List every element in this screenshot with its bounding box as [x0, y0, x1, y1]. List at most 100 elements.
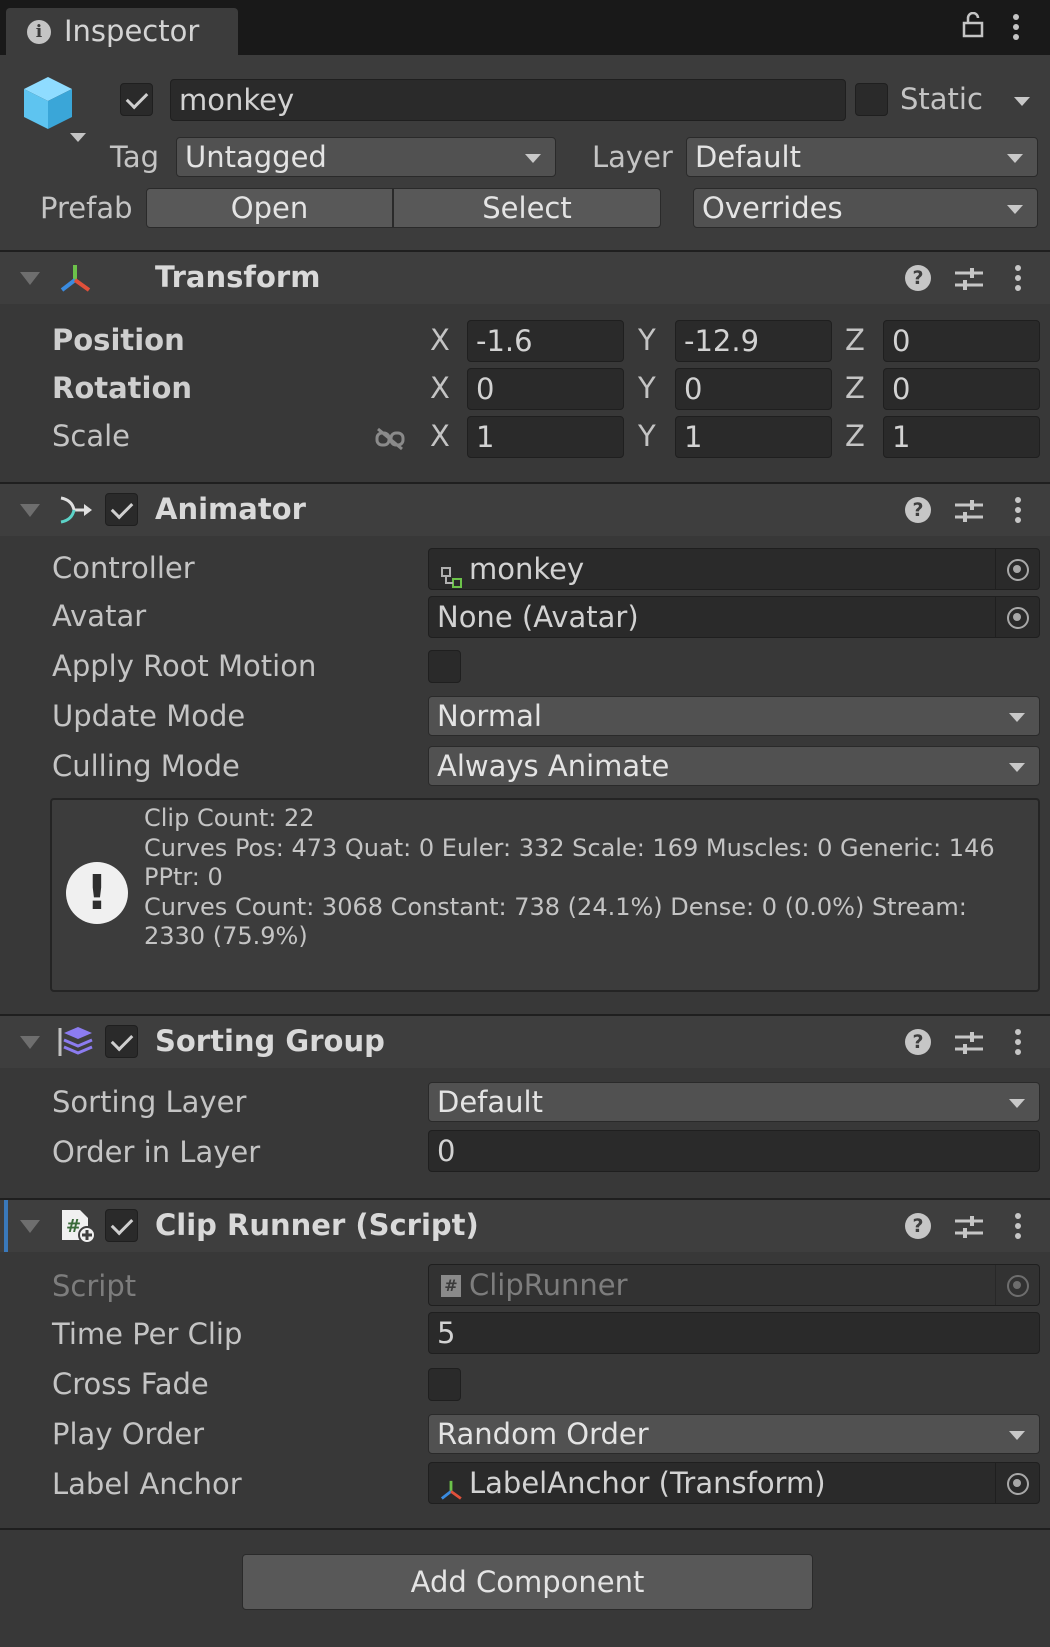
help-icon[interactable]: ?	[905, 1029, 931, 1055]
sorting-group-enabled-checkbox[interactable]	[105, 1025, 138, 1058]
controller-value: monkey	[469, 552, 585, 586]
icon-dropdown-caret[interactable]	[70, 133, 86, 142]
script-field: # ClipRunner	[428, 1264, 1040, 1306]
info-icon: i	[27, 20, 51, 44]
rotation-y-field[interactable]: 0	[675, 368, 832, 410]
sorting-layer-dropdown[interactable]: Default	[428, 1082, 1040, 1122]
transform-axes-icon	[58, 262, 92, 301]
component-menu-icon[interactable]	[1012, 496, 1024, 533]
animator-controller-icon	[441, 559, 463, 589]
warning-icon: !	[66, 862, 128, 924]
avatar-field[interactable]: None (Avatar)	[428, 596, 1040, 638]
animator-icon	[58, 494, 92, 533]
rotation-x-field[interactable]: 0	[467, 368, 624, 410]
help-icon[interactable]: ?	[905, 497, 931, 523]
foldout-arrow-icon[interactable]	[20, 1036, 40, 1049]
scale-x-field[interactable]: 1	[467, 416, 624, 458]
presets-icon[interactable]	[955, 1213, 983, 1247]
overrides-label: Overrides	[702, 191, 843, 225]
animator-enabled-checkbox[interactable]	[105, 493, 138, 526]
foldout-arrow-icon[interactable]	[20, 504, 40, 517]
object-picker-icon[interactable]	[995, 597, 1039, 637]
y-label: Y	[638, 323, 656, 357]
prefab-open-button[interactable]: Open	[146, 188, 393, 228]
layers-icon	[56, 1025, 94, 1066]
static-dropdown-caret[interactable]	[1014, 97, 1030, 106]
scale-z-field[interactable]: 1	[883, 416, 1040, 458]
position-z-field[interactable]: 0	[883, 320, 1040, 362]
time-per-clip-field[interactable]: 5	[428, 1312, 1040, 1354]
cross-fade-checkbox[interactable]	[428, 1368, 461, 1401]
active-checkbox[interactable]	[120, 83, 153, 116]
culling-mode-dropdown[interactable]: Always Animate	[428, 746, 1040, 786]
foldout-arrow-icon[interactable]	[20, 272, 40, 285]
foldout-arrow-icon[interactable]	[20, 1220, 40, 1233]
help-icon[interactable]: ?	[905, 265, 931, 291]
y-label: Y	[638, 419, 656, 453]
help-icon[interactable]: ?	[905, 1213, 931, 1239]
time-per-clip-label: Time Per Clip	[52, 1317, 243, 1351]
script-value: ClipRunner	[469, 1268, 628, 1302]
object-name-field[interactable]: monkey	[170, 79, 846, 121]
rotation-label: Rotation	[52, 371, 193, 405]
tab-title: Inspector	[64, 14, 200, 48]
cs-script-icon: #	[441, 1275, 461, 1297]
z-label: Z	[845, 371, 865, 405]
static-checkbox[interactable]	[855, 83, 888, 116]
prefab-overrides-dropdown[interactable]: Overrides	[693, 188, 1038, 228]
tag-dropdown[interactable]: Untagged	[176, 137, 556, 177]
animator-info-text: Clip Count: 22 Curves Pos: 473 Quat: 0 E…	[144, 804, 1034, 952]
info-line: Curves Count: 3068 Constant: 738 (24.1%)…	[144, 892, 967, 921]
object-picker-icon[interactable]	[995, 1463, 1039, 1503]
footer: Add Component	[0, 1530, 1050, 1647]
transform-header[interactable]: Transform ?	[0, 252, 1050, 304]
add-component-button[interactable]: Add Component	[242, 1554, 813, 1610]
scale-label: Scale	[52, 419, 131, 453]
clip-runner-enabled-checkbox[interactable]	[105, 1209, 138, 1242]
prefab-select-button[interactable]: Select	[393, 188, 661, 228]
tag-label: Tag	[110, 140, 160, 174]
avatar-label: Avatar	[52, 599, 147, 633]
clip-runner-header[interactable]: # Clip Runner (Script) ?	[0, 1200, 1050, 1252]
sorting-group-header[interactable]: Sorting Group ?	[0, 1016, 1050, 1068]
z-label: Z	[845, 323, 865, 357]
avatar-value: None (Avatar)	[437, 600, 639, 634]
sorting-group-title: Sorting Group	[155, 1024, 385, 1058]
animator-body: Controller monkey Avatar None (Avatar) A…	[0, 536, 1050, 1016]
component-menu-icon[interactable]	[1012, 1028, 1024, 1065]
info-line: Curves Pos: 473 Quat: 0 Euler: 332 Scale…	[144, 833, 995, 862]
update-mode-dropdown[interactable]: Normal	[428, 696, 1040, 736]
position-x-field[interactable]: -1.6	[467, 320, 624, 362]
order-in-layer-field[interactable]: 0	[428, 1130, 1040, 1172]
info-line: PPtr: 0	[144, 863, 223, 891]
controller-field[interactable]: monkey	[428, 548, 1040, 590]
tab-inspector[interactable]: i Inspector	[6, 8, 238, 55]
object-picker-icon[interactable]	[995, 549, 1039, 589]
lock-icon[interactable]	[962, 11, 984, 45]
y-label: Y	[638, 371, 656, 405]
label-anchor-field[interactable]: LabelAnchor (Transform)	[428, 1462, 1040, 1504]
presets-icon[interactable]	[955, 265, 983, 299]
animator-title: Animator	[155, 492, 306, 526]
position-y-field[interactable]: -12.9	[675, 320, 832, 362]
component-menu-icon[interactable]	[1012, 264, 1024, 301]
play-order-value: Random Order	[437, 1417, 649, 1451]
animator-header[interactable]: Animator ?	[0, 484, 1050, 536]
scale-y-field[interactable]: 1	[675, 416, 832, 458]
info-line: 2330 (75.9%)	[144, 922, 308, 950]
component-menu-icon[interactable]	[1012, 1212, 1024, 1249]
position-label: Position	[52, 323, 185, 357]
rotation-z-field[interactable]: 0	[883, 368, 1040, 410]
layer-dropdown[interactable]: Default	[686, 137, 1038, 177]
cube-icon[interactable]	[22, 75, 74, 138]
kebab-menu-icon[interactable]	[1010, 12, 1022, 49]
clip-runner-title: Clip Runner (Script)	[155, 1208, 479, 1242]
presets-icon[interactable]	[955, 497, 983, 531]
x-label: X	[430, 419, 450, 453]
play-order-dropdown[interactable]: Random Order	[428, 1414, 1040, 1454]
presets-icon[interactable]	[955, 1029, 983, 1063]
constrain-proportions-icon[interactable]	[374, 424, 406, 458]
apply-root-motion-label: Apply Root Motion	[52, 649, 317, 683]
apply-root-motion-checkbox[interactable]	[428, 650, 461, 683]
culling-mode-value: Always Animate	[437, 749, 670, 783]
